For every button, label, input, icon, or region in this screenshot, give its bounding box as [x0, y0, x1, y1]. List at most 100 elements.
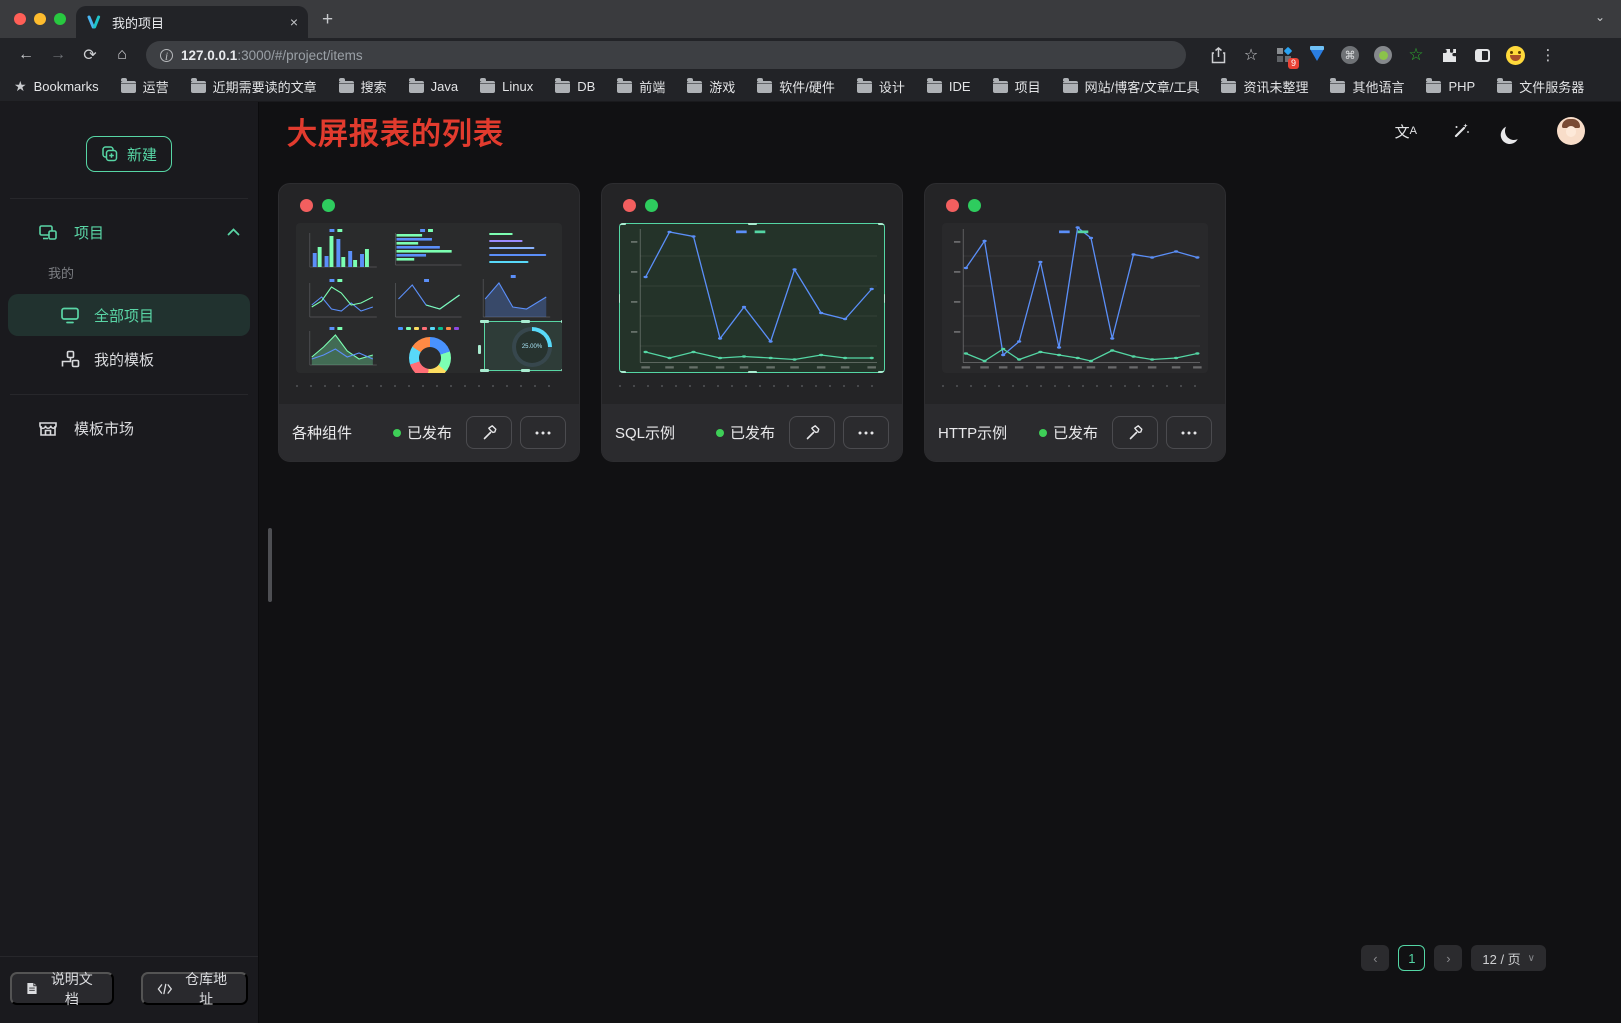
edit-project-button[interactable] [1112, 416, 1158, 449]
project-name: HTTP示例 [938, 422, 1031, 443]
donut-chart [409, 337, 451, 373]
bookmark-folder[interactable]: 搜索 [339, 77, 387, 96]
bookmark-folder[interactable]: 运营 [121, 77, 169, 96]
side-panel-icon[interactable] [1472, 45, 1492, 65]
bookmark-folder[interactable]: Linux [480, 79, 533, 94]
scrollbar-thumb[interactable] [268, 528, 272, 602]
new-project-button[interactable]: 新建 [86, 136, 172, 172]
reload-button[interactable]: ⟳ [76, 41, 104, 69]
zoom-window-button[interactable] [54, 13, 66, 25]
ellipsis-icon [858, 431, 874, 435]
new-icon [101, 145, 119, 163]
sidebar-footer: 说明文档 仓库地址 [0, 956, 258, 1023]
new-tab-button[interactable]: + [322, 9, 333, 31]
more-options-button[interactable] [520, 416, 566, 449]
bookmark-folder[interactable]: 设计 [857, 77, 905, 96]
bookmark-folder[interactable]: Java [409, 79, 458, 94]
bookmarks-manager[interactable]: ★ Bookmarks [14, 78, 99, 95]
sidebar-item-my-templates[interactable]: 我的模板 [8, 338, 250, 380]
status-dot [393, 429, 401, 437]
extension-badge: 9 [1288, 58, 1299, 69]
bookmark-star-icon[interactable]: ☆ [1241, 45, 1261, 65]
address-bar[interactable]: i 127.0.0.1:3000/#/project/items [146, 41, 1186, 69]
sidebar-group-mine: 我的 [0, 255, 258, 292]
extension-star-icon[interactable]: ☆ [1406, 45, 1426, 65]
back-button[interactable]: ← [12, 41, 40, 69]
browser-tab[interactable]: 我的项目 × [76, 6, 308, 38]
theme-wand-icon[interactable] [1451, 121, 1471, 141]
bookmark-folder[interactable]: 文件服务器 [1497, 77, 1584, 96]
minimize-window-button[interactable] [34, 13, 46, 25]
more-options-button[interactable] [843, 416, 889, 449]
folder-icon [1330, 81, 1345, 93]
extension-grid-icon[interactable]: 9 [1274, 45, 1294, 65]
folder-icon [1221, 81, 1236, 93]
project-card[interactable]: SQL示例 已发布 [601, 183, 903, 462]
next-page-button[interactable]: › [1434, 945, 1462, 971]
bookmark-folder[interactable]: 项目 [993, 77, 1041, 96]
bookmark-folder[interactable]: 近期需要读的文章 [191, 77, 317, 96]
folder-icon [1497, 81, 1512, 93]
more-options-button[interactable] [1166, 416, 1212, 449]
close-window-button[interactable] [14, 13, 26, 25]
bookmark-folder[interactable]: 前端 [617, 77, 665, 96]
project-card[interactable]: 25.00% 各种组件 已发布 [278, 183, 580, 462]
forward-button[interactable]: → [44, 41, 72, 69]
extension-command-icon[interactable]: ⌘ [1340, 45, 1360, 65]
project-card-list: 25.00% 各种组件 已发布 [259, 160, 1621, 462]
tab-title: 我的项目 [112, 13, 280, 32]
sidebar-item-all-projects[interactable]: 全部项目 [8, 294, 250, 336]
status-badge: 已发布 [393, 422, 452, 443]
extension-record-icon[interactable] [1373, 45, 1393, 65]
dark-mode-moon-icon[interactable] [1505, 122, 1523, 140]
card-footer: 各种组件 已发布 [279, 404, 579, 461]
favicon [86, 14, 102, 30]
edit-project-button[interactable] [466, 416, 512, 449]
green-dot [968, 199, 981, 212]
edit-project-button[interactable] [789, 416, 835, 449]
chevron-down-icon: ∨ [1528, 953, 1535, 964]
bookmark-folder[interactable]: 软件/硬件 [757, 77, 835, 96]
donut-legend [398, 327, 459, 330]
folder-icon [993, 81, 1008, 93]
chevron-up-icon [227, 228, 240, 236]
projects-icon [38, 222, 58, 242]
tab-search-icon[interactable]: ⌄ [1595, 10, 1605, 24]
bookmark-folder[interactable]: 网站/博客/文章/工具 [1063, 77, 1200, 96]
profile-avatar-icon[interactable] [1505, 45, 1525, 65]
hammer-icon [1127, 424, 1144, 441]
repo-button[interactable]: 仓库地址 [141, 972, 248, 1005]
home-button[interactable]: ⌂ [108, 41, 136, 69]
user-avatar[interactable] [1557, 117, 1585, 145]
bookmark-folder[interactable]: DB [555, 79, 595, 94]
bookmark-folder[interactable]: 游戏 [687, 77, 735, 96]
extension-gem-icon[interactable] [1307, 45, 1327, 65]
sidebar: 新建 项目 我的 [0, 102, 259, 1023]
bookmark-folder[interactable]: 其他语言 [1330, 77, 1404, 96]
red-dot [300, 199, 313, 212]
extensions-puzzle-icon[interactable] [1439, 45, 1459, 65]
monitor-icon [60, 306, 80, 324]
share-icon[interactable] [1208, 45, 1228, 65]
card-thumbnail: 25.00% [296, 223, 562, 373]
dotted-divider [296, 385, 562, 387]
ellipsis-icon [535, 431, 551, 435]
language-toggle-icon[interactable]: 文A [1395, 121, 1417, 142]
current-page[interactable]: 1 [1398, 945, 1425, 971]
page-size-select[interactable]: 12 / 页 ∨ [1471, 945, 1546, 971]
content-area: 25.00% 各种组件 已发布 [259, 160, 1621, 1023]
prev-page-button[interactable]: ‹ [1361, 945, 1389, 971]
browser-menu-icon[interactable]: ⋮ [1538, 45, 1558, 65]
sidebar-item-projects[interactable]: 项目 [0, 209, 258, 255]
project-card[interactable]: HTTP示例 已发布 [924, 183, 1226, 462]
code-icon [157, 983, 173, 995]
docs-button[interactable]: 说明文档 [10, 972, 114, 1005]
folder-icon [617, 81, 632, 93]
bookmark-folder[interactable]: PHP [1426, 79, 1475, 94]
tab-close-icon[interactable]: × [290, 14, 298, 30]
template-flow-icon [60, 350, 80, 369]
sidebar-item-template-market[interactable]: 模板市场 [0, 405, 258, 451]
bookmark-folder[interactable]: 资讯未整理 [1221, 77, 1308, 96]
bookmark-folder[interactable]: IDE [927, 79, 971, 94]
site-info-icon[interactable]: i [160, 49, 173, 62]
